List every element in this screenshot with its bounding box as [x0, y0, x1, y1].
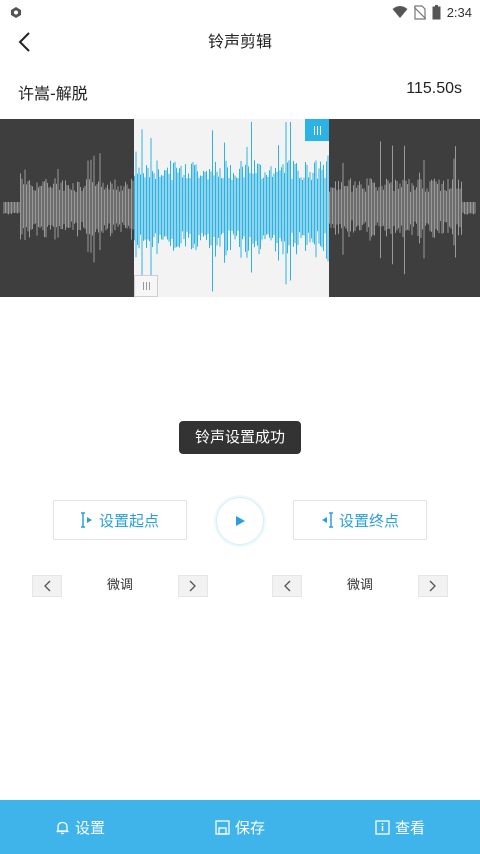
set-start-label: 设置起点: [98, 511, 159, 530]
song-name: 许嵩-解脱: [18, 84, 88, 103]
end-handle[interactable]: [305, 119, 329, 141]
fine-tune-start: 微调: [32, 575, 208, 597]
status-time: 2:34: [446, 4, 472, 20]
chevron-right-icon: [189, 580, 196, 592]
view-icon: [375, 819, 390, 835]
fine-tune-end-label: 微调: [346, 578, 373, 593]
waveform-graphic: [3, 122, 476, 292]
song-duration: 115.50s: [406, 80, 462, 97]
tab-set-ringtone-label: 设置: [74, 818, 105, 837]
fine-tune-end: 微调: [272, 575, 448, 597]
tab-save-label: 保存: [234, 818, 265, 837]
fine-tune-end-decrease-button[interactable]: [272, 575, 302, 597]
save-icon: [215, 819, 230, 835]
chevron-left-icon: [284, 580, 291, 592]
tab-set-ringtone[interactable]: 设置: [0, 800, 160, 854]
fine-tune-start-decrease-button[interactable]: [32, 575, 62, 597]
play-button[interactable]: [216, 497, 264, 545]
tab-view-label: 查看: [394, 818, 425, 837]
play-icon: [236, 516, 245, 526]
no-sim-icon: [413, 4, 426, 20]
chevron-left-icon: [44, 580, 51, 592]
set-end-label: 设置终点: [338, 511, 399, 530]
fine-tune-end-increase-button[interactable]: [418, 575, 448, 597]
waveform-editor[interactable]: [0, 119, 480, 297]
page-title: 铃声剪辑: [207, 32, 272, 51]
app-icon: [11, 7, 21, 18]
set-end-button[interactable]: 设置终点: [293, 500, 427, 540]
chevron-right-icon: [429, 580, 436, 592]
app-bar: 铃声剪辑: [0, 24, 480, 60]
fine-tune-start-label: 微调: [106, 578, 133, 593]
bell-icon: [56, 821, 69, 834]
toast-message: 铃声设置成功: [179, 421, 301, 454]
bottom-nav: 设置 保存 查看: [0, 800, 480, 854]
fine-tune-start-increase-button[interactable]: [178, 575, 208, 597]
tab-save[interactable]: 保存: [160, 800, 320, 854]
wifi-icon: [392, 6, 408, 18]
set-start-button[interactable]: 设置起点: [53, 500, 187, 540]
set-start-icon: [80, 512, 92, 528]
song-info: 许嵩-解脱 115.50s: [0, 72, 480, 112]
status-bar: 2:34: [0, 0, 480, 24]
start-handle[interactable]: [134, 275, 158, 297]
set-end-icon: [321, 512, 333, 528]
tab-view[interactable]: 查看: [320, 800, 480, 854]
battery-icon: [432, 4, 441, 19]
